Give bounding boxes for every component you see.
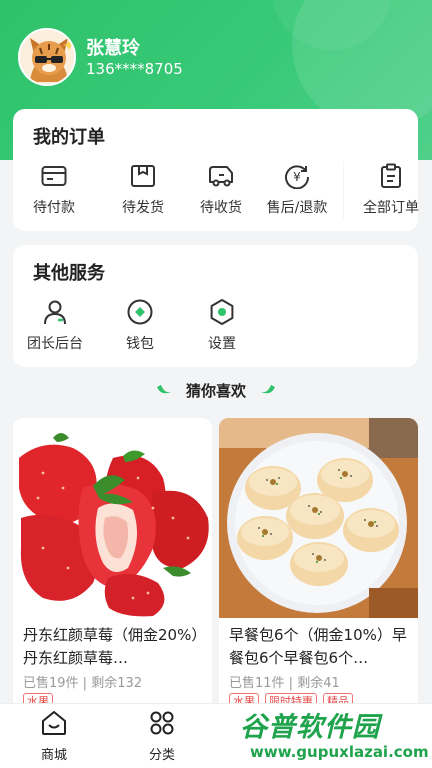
- gear-icon: [207, 297, 237, 327]
- home-icon: [40, 710, 68, 740]
- tab-label: 分类: [148, 748, 175, 763]
- product-image: [13, 418, 212, 618]
- order-item-label: 全部订单: [363, 200, 419, 216]
- tab-category[interactable]: 分类: [122, 710, 202, 763]
- product-card[interactable]: 早餐包6个（佣金10%）早餐包6个早餐包6个… 已售11件 | 剩余41 水果 …: [219, 418, 418, 718]
- orders-card: 我的订单 待付款 待发货 待收货 ¥ 售后/退款 全部订单: [13, 109, 421, 231]
- order-item-label: 待收货: [200, 200, 242, 216]
- services-card: 其他服务 团长后台 钱包 设置: [13, 245, 418, 367]
- person-icon: [40, 297, 70, 327]
- service-wallet[interactable]: 钱包: [117, 297, 163, 353]
- truck-icon: [206, 161, 236, 191]
- user-name: 张慧玲: [86, 38, 140, 59]
- services-title: 其他服务: [33, 263, 105, 284]
- product-sold: 已售11件: [229, 676, 285, 691]
- orders-title: 我的订单: [33, 127, 105, 148]
- service-item-label: 设置: [208, 336, 236, 352]
- order-item-label: 待发货: [122, 200, 164, 216]
- service-settings[interactable]: 设置: [199, 297, 245, 353]
- category-icon: [148, 710, 176, 740]
- order-item-label: 待付款: [33, 200, 75, 216]
- watermark-logo: 谷普软件园: [240, 712, 380, 743]
- order-pending-receipt[interactable]: 待收货: [197, 161, 245, 217]
- order-after-sales[interactable]: ¥ 售后/退款: [265, 161, 329, 217]
- recommend-title: 猜你喜欢: [185, 382, 246, 400]
- order-pending-shipment[interactable]: 待发货: [119, 161, 167, 217]
- service-item-label: 钱包: [126, 336, 154, 352]
- product-remain: 剩余41: [297, 676, 340, 691]
- tab-mall[interactable]: 商城: [14, 710, 94, 763]
- product-title: 早餐包6个（佣金10%）早餐包6个早餐包6个…: [229, 626, 407, 667]
- avatar[interactable]: [18, 28, 76, 86]
- card-icon: [39, 161, 69, 191]
- leaf-icon: [155, 383, 175, 401]
- service-leader-backend[interactable]: 团长后台: [23, 297, 87, 353]
- wallet-icon: [125, 297, 155, 327]
- svg-text:¥: ¥: [293, 170, 301, 184]
- recommend-heading: 猜你喜欢: [0, 380, 432, 401]
- order-pending-payment[interactable]: 待付款: [31, 161, 77, 217]
- tab-label: 商城: [40, 748, 67, 763]
- order-all[interactable]: 全部订单: [361, 161, 421, 217]
- order-item-label: 售后/退款: [266, 200, 328, 216]
- user-phone: 136****8705: [86, 60, 183, 78]
- service-item-label: 团长后台: [27, 336, 83, 352]
- product-stock: 已售11件 | 剩余41: [229, 676, 340, 691]
- clipboard-icon: [376, 161, 406, 191]
- refund-icon: ¥: [282, 161, 312, 191]
- product-remain: 剩余132: [91, 676, 143, 691]
- product-card[interactable]: 丹东红颜草莓（佣金20%）丹东红颜草莓… 已售19件 | 剩余132 水果: [13, 418, 212, 718]
- watermark-url: www.gupuxlazai.com: [250, 743, 429, 761]
- watermark: 谷普软件园 www.gupuxlazai.com: [232, 703, 432, 765]
- leaf-icon: [257, 383, 277, 401]
- product-title: 丹东红颜草莓（佣金20%）丹东红颜草莓…: [23, 626, 199, 667]
- product-stock: 已售19件 | 剩余132: [23, 676, 143, 691]
- product-sold: 已售19件: [23, 676, 79, 691]
- divider: [343, 161, 344, 219]
- product-image: [219, 418, 418, 618]
- box-icon: [128, 161, 158, 191]
